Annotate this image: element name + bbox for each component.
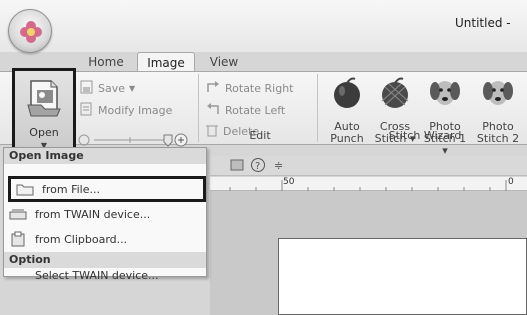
scanner-icon <box>4 207 32 221</box>
save-button[interactable]: Save ▼ <box>80 79 135 97</box>
menu-item-label: Select TWAIN device... <box>35 268 159 282</box>
tab-home[interactable]: Home <box>80 52 132 72</box>
dog-icon <box>430 81 460 105</box>
open-label: Open <box>29 126 59 139</box>
svg-text:?: ? <box>255 161 260 172</box>
menu-item-label: from TWAIN device... <box>35 207 151 221</box>
rotate-left-label: Rotate Left <box>225 103 286 117</box>
window-title: Untitled - <box>455 16 511 30</box>
clipboard-icon <box>4 231 32 247</box>
apple-icon <box>334 77 360 108</box>
rotate-right-label: Rotate Right <box>225 81 294 95</box>
menu-item-select-twain[interactable]: Select TWAIN device... <box>4 268 206 282</box>
dog-icon <box>483 81 513 105</box>
customize-toolbar-icon[interactable]: ≑ <box>274 159 283 172</box>
horizontal-ruler: 50 0 <box>210 177 527 191</box>
open-image-icon <box>27 80 61 117</box>
group-separator <box>198 74 199 142</box>
rotate-left-icon <box>205 102 221 119</box>
open-image-header: Open Image <box>4 148 206 164</box>
save-icon <box>80 80 94 97</box>
quick-access-toolbar: ? ≑ <box>210 156 527 176</box>
group-label-edit: Edit <box>249 129 271 142</box>
menu-item-from-twain[interactable]: from TWAIN device... <box>4 203 206 225</box>
modify-image-button[interactable]: Modify Image <box>80 101 172 119</box>
open-image-dropdown: Open Image from File... from TWAIN devic… <box>3 147 207 282</box>
photo-stitch-1-button[interactable]: Photo Stitch 1 ▾ <box>421 75 469 157</box>
option-header: Option <box>4 252 206 268</box>
title-bar <box>0 0 527 52</box>
rotate-right-icon <box>205 80 221 97</box>
modify-image-label: Modify Image <box>98 103 173 117</box>
chevron-down-icon: ▼ <box>129 83 136 93</box>
flower-logo-icon <box>20 21 42 43</box>
tab-image[interactable]: Image <box>137 52 195 72</box>
menu-item-from-file[interactable]: from File... <box>8 176 206 202</box>
group-label-stitch-wizard: Stitch Wizard <box>388 129 462 142</box>
open-button[interactable]: Open ▼ <box>12 68 76 159</box>
modify-image-icon <box>80 102 94 119</box>
rotate-right-button[interactable]: Rotate Right <box>205 79 293 97</box>
tab-view[interactable]: View <box>200 52 248 72</box>
menu-item-from-clipboard[interactable]: from Clipboard... <box>4 228 206 250</box>
save-label: Save <box>98 81 126 95</box>
rotate-left-button[interactable]: Rotate Left <box>205 101 285 119</box>
layout-icon[interactable] <box>230 158 244 175</box>
app-menu-button[interactable] <box>8 9 52 53</box>
group-separator <box>317 74 318 142</box>
menu-item-label: from File... <box>42 182 100 196</box>
menu-item-label: from Clipboard... <box>35 232 128 246</box>
folder-icon <box>11 182 39 196</box>
image-transparency-slider[interactable] <box>78 133 198 147</box>
design-page[interactable] <box>278 238 527 315</box>
help-icon[interactable]: ? <box>250 157 266 176</box>
cross-stitch-apple-icon <box>381 77 409 108</box>
